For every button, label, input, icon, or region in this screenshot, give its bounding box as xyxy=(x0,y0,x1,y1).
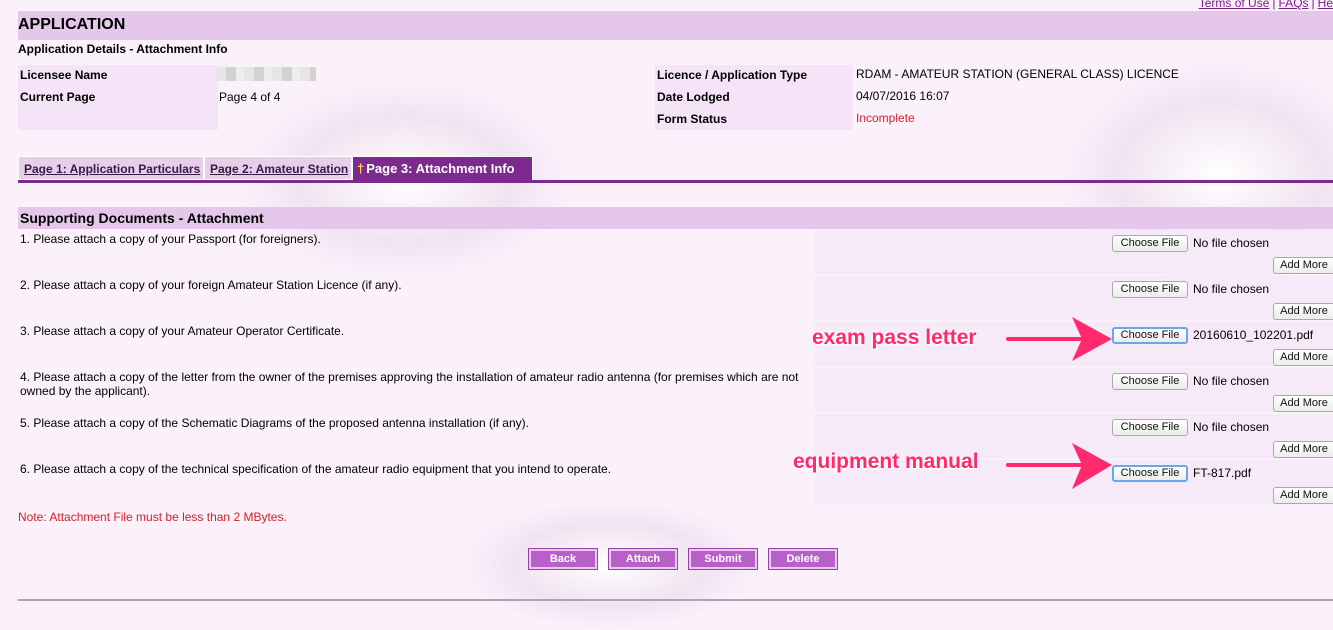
add-more-button-4[interactable]: Add More xyxy=(1273,395,1333,412)
current-tab-marker: † xyxy=(357,161,365,176)
faqs-link[interactable]: FAQs xyxy=(1279,0,1309,10)
annotation-exam-pass-letter: exam pass letter xyxy=(812,326,977,349)
attachment-question: 5. Please attach a copy of the Schematic… xyxy=(20,416,529,430)
file-status-4: No file chosen xyxy=(1193,374,1270,388)
current-page-label: Current Page xyxy=(20,90,96,104)
page-subtitle: Application Details - Attachment Info xyxy=(18,42,228,56)
attachment-question: 2. Please attach a copy of your foreign … xyxy=(20,278,402,292)
tab-application-particulars[interactable]: Page 1: Application Particulars xyxy=(18,156,204,180)
add-more-button-2[interactable]: Add More xyxy=(1273,303,1333,320)
top-links: Terms of Use | FAQs | He xyxy=(1199,0,1333,10)
tab-label-active: † Page 3: Attachment Info xyxy=(357,161,515,176)
page-title: APPLICATION xyxy=(18,16,126,33)
add-more-button-5[interactable]: Add More xyxy=(1273,441,1333,458)
file-status-5: No file chosen xyxy=(1193,420,1270,434)
choose-file-button-5[interactable]: Choose File xyxy=(1112,419,1188,436)
add-more-button-1[interactable]: Add More xyxy=(1273,257,1333,274)
licence-type-value: RDAM - AMATEUR STATION (GENERAL CLASS) L… xyxy=(856,67,1179,81)
add-more-button-6[interactable]: Add More xyxy=(1273,487,1333,504)
licensee-name-label: Licensee Name xyxy=(20,68,108,82)
choose-file-button-1[interactable]: Choose File xyxy=(1112,235,1188,252)
date-lodged-value: 04/07/2016 16:07 xyxy=(856,89,950,103)
tab-label: Page 1: Application Particulars xyxy=(24,162,201,176)
choose-file-button-4[interactable]: Choose File xyxy=(1112,373,1188,390)
licensee-name-redacted xyxy=(216,67,316,81)
section-title: Supporting Documents - Attachment xyxy=(20,210,264,226)
tab-label-text: Page 3: Attachment Info xyxy=(366,161,515,176)
file-status-2: No file chosen xyxy=(1193,282,1270,296)
attachment-size-note: Note: Attachment File must be less than … xyxy=(18,510,287,524)
delete-button[interactable]: Delete xyxy=(768,548,838,570)
attach-button[interactable]: Attach xyxy=(608,548,678,570)
file-status-6: FT-817.pdf xyxy=(1193,466,1252,480)
tab-amateur-station[interactable]: Page 2: Amateur Station xyxy=(204,156,352,180)
tab-label: Page 2: Amateur Station xyxy=(210,162,349,176)
attachment-question: 6. Please attach a copy of the technical… xyxy=(20,462,612,476)
terms-of-use-link[interactable]: Terms of Use xyxy=(1199,0,1270,10)
footer-divider xyxy=(18,599,1333,601)
form-status-value: Incomplete xyxy=(856,111,915,125)
annotation-arrow-1 xyxy=(1006,317,1112,361)
form-status-label: Form Status xyxy=(657,112,728,126)
date-lodged-label: Date Lodged xyxy=(657,90,730,104)
section-header: Supporting Documents - Attachment xyxy=(18,207,1333,229)
back-button[interactable]: Back xyxy=(528,548,598,570)
annotation-equipment-manual: equipment manual xyxy=(793,450,979,473)
annotation-arrow-2 xyxy=(1006,443,1112,489)
attachment-question: 3. Please attach a copy of your Amateur … xyxy=(20,324,345,338)
choose-file-button-6[interactable]: Choose File xyxy=(1112,465,1188,482)
help-link[interactable]: He xyxy=(1318,0,1333,10)
tab-attachment-info[interactable]: † Page 3: Attachment Info xyxy=(352,156,533,181)
file-status-1: No file chosen xyxy=(1193,236,1270,250)
file-status-3: 20160610_102201.pdf xyxy=(1193,328,1314,342)
tab-underline xyxy=(18,180,1333,183)
choose-file-button-2[interactable]: Choose File xyxy=(1112,281,1188,298)
licence-type-label: Licence / Application Type xyxy=(657,68,808,82)
choose-file-button-3[interactable]: Choose File xyxy=(1112,327,1188,344)
current-page-value: Page 4 of 4 xyxy=(219,90,281,104)
attachment-question: 1. Please attach a copy of your Passport… xyxy=(20,232,321,246)
submit-button[interactable]: Submit xyxy=(688,548,758,570)
page-title-bar: APPLICATION xyxy=(18,11,1333,40)
add-more-button-3[interactable]: Add More xyxy=(1273,349,1333,366)
attachment-question: 4. Please attach a copy of the letter fr… xyxy=(20,370,799,398)
